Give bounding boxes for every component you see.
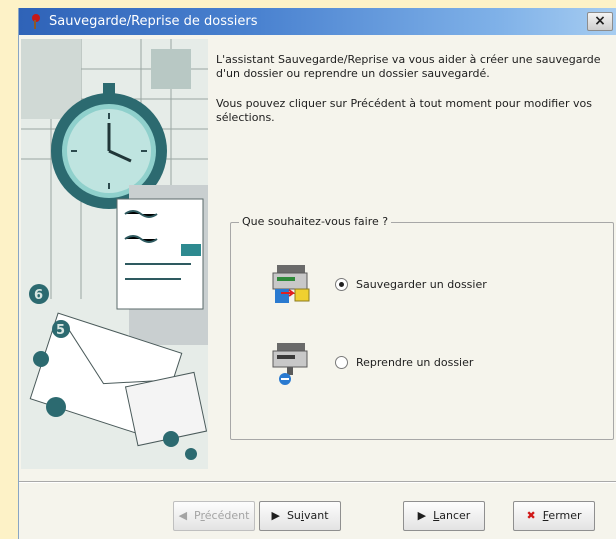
backup-folder-icon [272,265,310,303]
wizard-window: Sauvegarde/Reprise de dossiers × 6 5 L'a… [18,8,616,539]
close-label-rest: ermer [548,509,582,522]
button-separator [19,481,616,483]
restore-folder-icon [272,343,308,385]
groupbox-legend: Que souhaitez-vous faire ? [239,215,392,229]
play-icon: ▶ [417,509,427,522]
intro-paragraph-2: Vous pouvez cliquer sur Précédent à tout… [216,97,592,124]
intro-text: L'assistant Sauvegarde/Reprise va vous a… [216,53,614,141]
option-restore-label[interactable]: Reprendre un dossier [356,356,473,370]
intro-paragraph-1: L'assistant Sauvegarde/Reprise va vous a… [216,53,601,80]
radio-backup[interactable] [335,278,348,291]
close-x-icon: ✖ [526,509,536,522]
next-label-start: Su [286,509,301,522]
wizard-illustration: 65 [21,39,208,469]
previous-label-rest: écédent [204,509,250,522]
window-close-button[interactable]: × [587,12,613,31]
close-button[interactable]: ✖ Fermer [513,501,595,531]
arrow-left-icon: ◀ [178,509,188,522]
option-restore[interactable]: Reprendre un dossier [231,341,611,385]
launch-label-rest: ancer [439,509,471,522]
radio-restore[interactable] [335,356,348,369]
next-button[interactable]: ▶ Suivant [259,501,341,531]
app-icon [32,14,40,29]
title-bar[interactable]: Sauvegarde/Reprise de dossiers × [19,8,616,35]
svg-text:5: 5 [56,323,65,338]
option-backup-label[interactable]: Sauvegarder un dossier [356,278,487,292]
action-groupbox: Que souhaitez-vous faire ? Sauvegarder u… [230,215,614,440]
svg-text:6: 6 [34,288,43,303]
window-title: Sauvegarde/Reprise de dossiers [49,14,258,29]
next-label-rest: vant [303,509,329,522]
arrow-right-icon: ▶ [271,509,280,522]
launch-button[interactable]: ▶ Lancer [403,501,485,531]
previous-button[interactable]: ◀ Précédent [173,501,255,531]
option-backup[interactable]: Sauvegarder un dossier [231,263,611,307]
